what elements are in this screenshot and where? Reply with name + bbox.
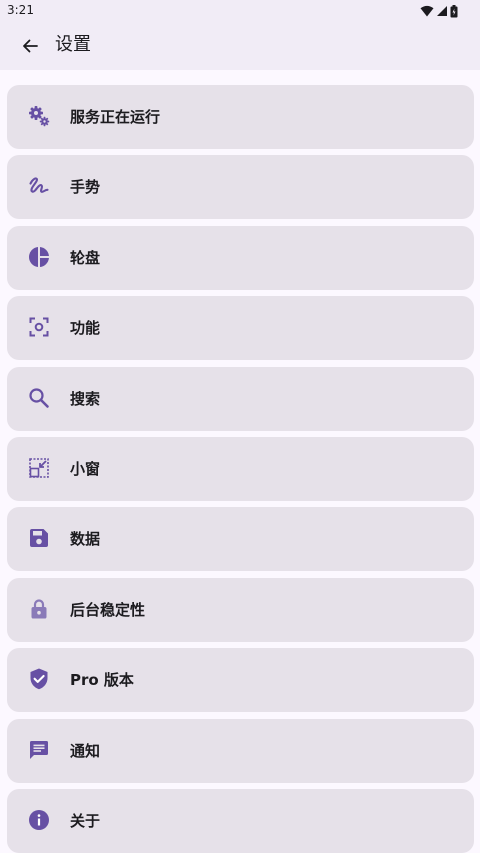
gears-icon <box>26 103 52 129</box>
status-icons <box>420 4 458 18</box>
settings-item-service[interactable]: 服务正在运行 <box>7 85 474 149</box>
status-bar: 3:21 <box>0 0 480 22</box>
settings-item-pro[interactable]: Pro 版本 <box>7 648 474 713</box>
settings-item-data[interactable]: 数据 <box>7 507 474 572</box>
settings-item-label: 功能 <box>70 319 101 338</box>
back-button[interactable] <box>16 32 44 60</box>
settings-item-wheel[interactable]: 轮盘 <box>7 225 474 290</box>
settings-item-window[interactable]: 小窗 <box>7 436 474 501</box>
settings-item-label: 后台稳定性 <box>70 600 146 619</box>
settings-item-label: 轮盘 <box>70 248 101 267</box>
settings-item-label: 通知 <box>70 741 101 760</box>
settings-item-background[interactable]: 后台稳定性 <box>7 577 474 642</box>
battery-icon <box>450 4 458 17</box>
shield-check-icon <box>26 666 52 692</box>
screenshot-frame-icon <box>26 314 52 340</box>
message-icon <box>26 737 52 763</box>
settings-item-label: 手势 <box>70 178 101 197</box>
save-icon <box>26 525 52 551</box>
arrow-back-icon <box>23 39 38 53</box>
settings-item-label: Pro 版本 <box>70 671 134 690</box>
page-title: 设置 <box>55 34 91 55</box>
settings-list: 服务正在运行 手势 轮盘 功能 搜索 小窗 数据 后台稳定性 Pro 版本 通知… <box>7 85 474 853</box>
settings-item-function[interactable]: 功能 <box>7 296 474 361</box>
app-bar: 设置 <box>0 22 480 70</box>
wifi-icon <box>420 5 434 17</box>
gesture-icon <box>26 173 52 199</box>
info-icon <box>26 807 52 833</box>
settings-item-label: 小窗 <box>70 459 101 478</box>
pie-chart-icon <box>26 244 52 270</box>
settings-item-label: 服务正在运行 <box>70 108 161 126</box>
lock-icon <box>26 596 52 622</box>
settings-item-label: 关于 <box>70 811 101 830</box>
search-icon <box>26 385 52 411</box>
cellular-signal-icon <box>437 6 447 16</box>
settings-item-search[interactable]: 搜索 <box>7 366 474 431</box>
settings-item-about[interactable]: 关于 <box>7 788 474 853</box>
settings-item-label: 数据 <box>70 530 101 549</box>
settings-item-notification[interactable]: 通知 <box>7 718 474 783</box>
settings-item-label: 搜索 <box>70 389 101 408</box>
settings-item-gesture[interactable]: 手势 <box>7 155 474 220</box>
status-time: 3:21 <box>7 3 34 17</box>
picture-in-picture-icon <box>26 455 52 481</box>
